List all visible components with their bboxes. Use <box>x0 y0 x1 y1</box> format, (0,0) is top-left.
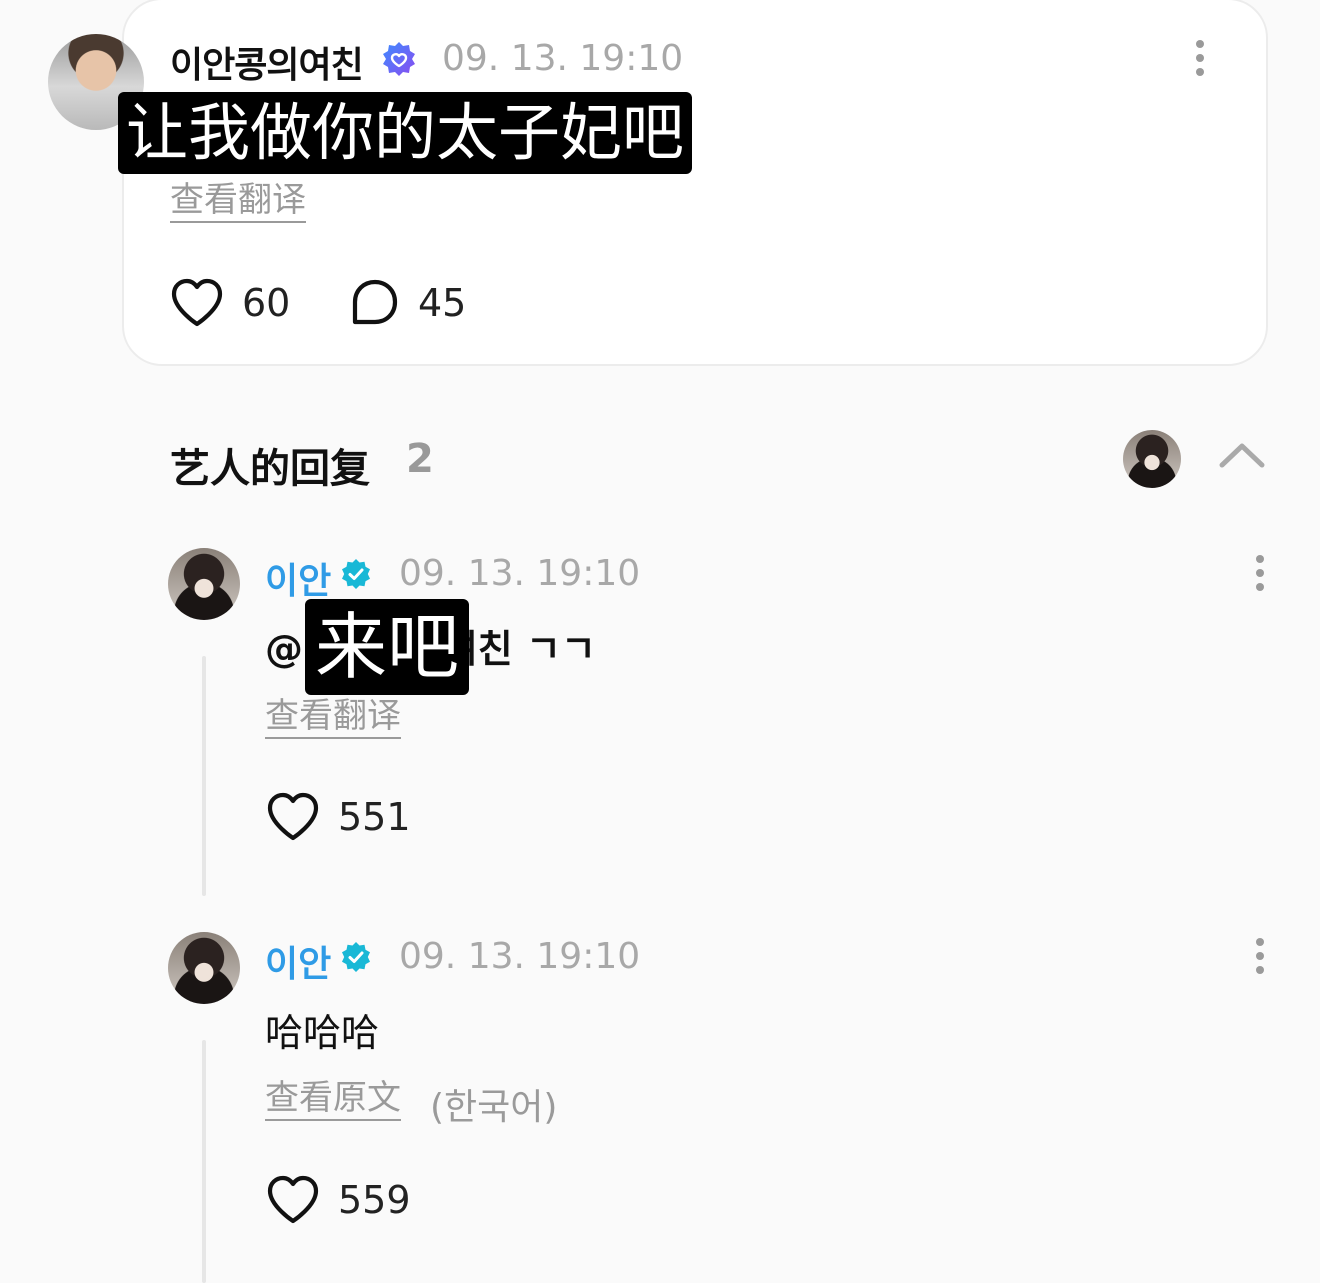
comment-bubble-icon <box>352 279 398 325</box>
reply-like-button[interactable]: 551 <box>266 792 411 842</box>
reply-view-original-link[interactable]: 查看原文 <box>265 1079 401 1122</box>
post-translate-link[interactable]: 查看翻译 <box>170 181 306 224</box>
reply-translate-link[interactable]: 查看翻译 <box>265 697 401 740</box>
reply-timestamp: 09. 13. 19:10 <box>399 936 641 977</box>
reply-more-options-icon[interactable] <box>1255 938 1265 978</box>
reply-like-count: 559 <box>338 1178 411 1222</box>
reply-subtitle-caption: 来吧 <box>305 599 470 695</box>
reply-more-options-icon[interactable] <box>1255 555 1265 595</box>
artist-verified-badge-icon <box>342 559 370 589</box>
chevron-up-icon[interactable] <box>1218 440 1266 470</box>
reply-like-button[interactable]: 559 <box>266 1175 411 1225</box>
post-like-count: 60 <box>242 281 291 325</box>
heart-icon <box>267 1175 319 1224</box>
artist-avatar[interactable] <box>168 548 240 620</box>
reply-language-note: (한국어) <box>430 1087 558 1128</box>
reply-timestamp: 09. 13. 19:10 <box>399 553 641 594</box>
artist-replies-count: 2 <box>406 436 434 482</box>
post-comment-count: 45 <box>418 281 467 325</box>
reply-like-count: 551 <box>338 795 411 839</box>
artist-replies-title: 艺人的回复 <box>170 446 370 492</box>
thread-connector <box>202 656 206 896</box>
reply-author-name[interactable]: 이안 <box>265 935 331 987</box>
fan-verified-badge-icon <box>383 42 415 76</box>
post-comment-button[interactable]: 45 <box>350 278 466 328</box>
post-subtitle-caption: 让我做你的太子妃吧 <box>118 92 693 174</box>
artist-avatar-small <box>1123 430 1181 488</box>
reply-text: 哈哈哈 <box>265 1011 380 1055</box>
post-timestamp: 09. 13. 19:10 <box>442 38 684 79</box>
post-more-options-icon[interactable] <box>1195 40 1205 80</box>
heart-icon <box>267 792 319 841</box>
post-author-name[interactable]: 이안콩의여친 <box>170 36 364 88</box>
post-like-button[interactable]: 60 <box>170 278 290 328</box>
thread-connector <box>202 1040 206 1283</box>
heart-icon <box>171 278 223 327</box>
reply-author-name[interactable]: 이안 <box>265 552 331 604</box>
artist-avatar[interactable] <box>168 932 240 1004</box>
artist-verified-badge-icon <box>342 942 370 972</box>
